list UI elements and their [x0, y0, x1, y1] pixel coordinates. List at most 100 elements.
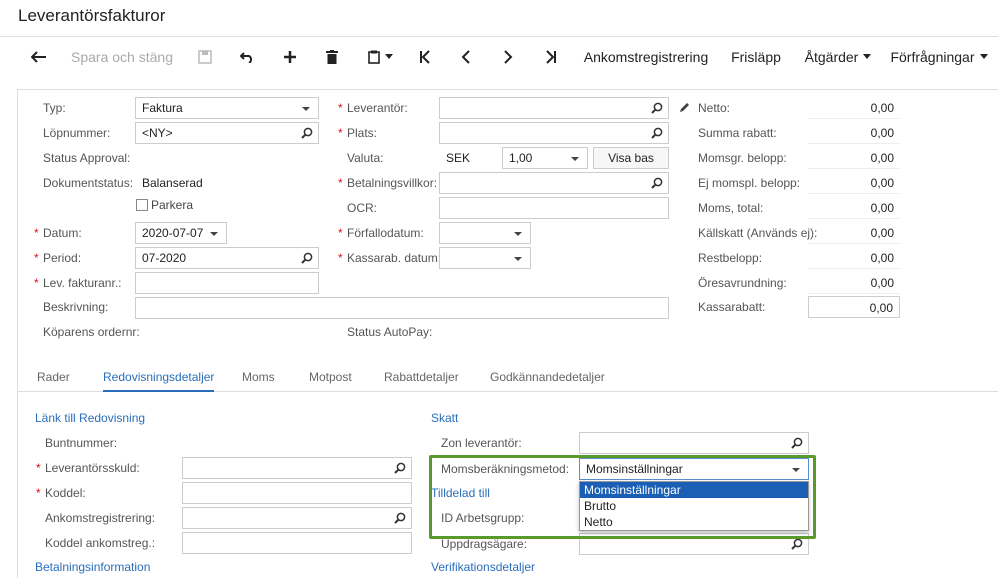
page-title: Leverantörsfakturor	[18, 6, 166, 25]
total-value: 0,00	[808, 197, 900, 219]
ankomst-label: Ankomstregistrering:	[45, 511, 156, 525]
tab-rader[interactable]: Rader	[37, 370, 70, 384]
levfakt-field[interactable]	[135, 272, 319, 294]
first-record-button[interactable]	[412, 37, 438, 77]
search-icon[interactable]	[301, 252, 313, 264]
docstatus-value: Balanserad	[142, 176, 203, 190]
search-icon[interactable]	[791, 538, 803, 550]
forfallo-label: Förfallodatum:	[338, 226, 424, 240]
previous-record-button[interactable]	[453, 37, 479, 77]
undo-button[interactable]	[234, 37, 260, 77]
datum-label: Datum:	[34, 226, 82, 240]
last-icon	[546, 50, 556, 64]
tab-rabattdetaljer[interactable]: Rabattdetaljer	[384, 370, 459, 384]
tab-bar: Rader Redovisningsdetaljer Moms Motpost …	[18, 362, 998, 392]
tab-moms[interactable]: Moms	[242, 370, 275, 384]
undo-icon	[240, 52, 253, 63]
total-value: 0,00	[808, 247, 900, 269]
lopnr-field[interactable]: <NY>	[135, 122, 319, 144]
toolbar: Spara och stäng Ankomstregistrering Fris…	[0, 36, 998, 76]
parkera-label: Parkera	[151, 198, 194, 212]
leverantor-label: Leverantör:	[338, 101, 408, 115]
total-value: 0,00	[808, 172, 900, 194]
requests-menu-button[interactable]: Förfrågningar	[889, 37, 989, 77]
plats-field[interactable]	[439, 122, 669, 144]
ocr-field[interactable]	[439, 197, 669, 219]
buntnummer-label: Buntnummer:	[45, 436, 118, 450]
parkera-checkbox[interactable]	[136, 199, 148, 211]
uppdrag-label: Uppdragsägare:	[441, 537, 528, 551]
save-close-button[interactable]: Spara och stäng	[70, 37, 174, 77]
total-label: Öresavrundning:	[698, 276, 787, 290]
delete-button[interactable]	[319, 37, 345, 77]
arrow-left-icon	[31, 51, 46, 63]
caret-down-icon	[979, 54, 988, 59]
search-icon[interactable]	[394, 512, 406, 524]
search-icon[interactable]	[651, 177, 663, 189]
plus-icon	[284, 51, 296, 63]
koddel-label: Koddel:	[36, 486, 86, 500]
copy-paste-button[interactable]	[362, 37, 398, 77]
search-icon[interactable]	[651, 127, 663, 139]
total-label: Kassarabatt:	[698, 300, 766, 314]
typ-select[interactable]: Faktura	[135, 97, 319, 119]
period-field[interactable]: 07-2020	[135, 247, 319, 269]
betvillkor-field[interactable]	[439, 172, 669, 194]
lopnr-label: Löpnummer:	[43, 126, 111, 140]
pencil-icon[interactable]	[679, 101, 691, 113]
beskrivning-field[interactable]	[135, 297, 669, 319]
lopnr-value: <NY>	[142, 126, 173, 140]
last-record-button[interactable]	[538, 37, 564, 77]
total-label: Momsgr. belopp:	[698, 151, 787, 165]
search-icon[interactable]	[394, 462, 406, 474]
tab-motpost[interactable]: Motpost	[309, 370, 352, 384]
tab-godkannandedetaljer[interactable]: Godkännandedetaljer	[490, 370, 605, 384]
zon-field[interactable]	[579, 432, 809, 454]
kassarabatt-field[interactable]: 0,00	[808, 296, 900, 318]
caret-down-icon	[863, 54, 872, 59]
total-value: 0,00	[808, 122, 900, 144]
clipboard-icon	[368, 50, 380, 64]
search-icon[interactable]	[651, 102, 663, 114]
actions-menu-button[interactable]: Åtgärder	[803, 37, 873, 77]
levskuld-label: Leverantörsskuld:	[36, 461, 140, 475]
receipt-button[interactable]: Ankomstregistrering	[583, 37, 709, 77]
total-label: Ej momspl. belopp:	[698, 176, 801, 190]
actions-label: Åtgärder	[804, 49, 859, 65]
total-value: 0,00	[808, 97, 900, 119]
kassarab-label: Kassarab. datum:	[338, 251, 441, 265]
koddel-ankomst-field[interactable]	[182, 532, 412, 554]
valuta-label: Valuta:	[347, 151, 384, 165]
search-icon[interactable]	[301, 127, 313, 139]
typ-label: Typ:	[43, 101, 66, 115]
total-value: 0,00	[808, 272, 900, 294]
visa-bas-button[interactable]: Visa bas	[593, 147, 669, 169]
skatt-section-title: Skatt	[431, 411, 459, 425]
add-button[interactable]	[277, 37, 303, 77]
docstatus-label: Dokumentstatus:	[43, 176, 134, 190]
chevron-right-icon	[504, 50, 513, 64]
datum-field[interactable]: 2020-07-07	[135, 222, 227, 244]
koddel-field[interactable]	[182, 482, 412, 504]
release-button[interactable]: Frisläpp	[728, 37, 784, 77]
ankomst-field[interactable]	[182, 507, 412, 529]
requests-label: Förfrågningar	[890, 49, 975, 65]
koparens-label: Köparens ordernr:	[43, 325, 140, 339]
next-record-button[interactable]	[495, 37, 521, 77]
total-label: Källskatt (Används ej):	[698, 226, 818, 240]
save-button[interactable]	[192, 37, 218, 77]
trash-icon	[326, 50, 338, 64]
total-label: Summa rabatt:	[698, 126, 777, 140]
levskuld-field[interactable]	[182, 457, 412, 479]
back-button[interactable]	[24, 37, 54, 77]
forfallo-field[interactable]	[439, 222, 531, 244]
search-icon[interactable]	[791, 437, 803, 449]
verif-section-title: Verifikationsdetaljer	[431, 560, 536, 574]
leverantor-field[interactable]	[439, 97, 669, 119]
caret-down-icon	[385, 54, 393, 59]
tab-redovisningsdetaljer[interactable]: Redovisningsdetaljer	[103, 370, 215, 392]
betvillkor-label: Betalningsvillkor:	[338, 176, 437, 190]
kurs-select[interactable]: 1,00	[502, 147, 588, 169]
period-value: 07-2020	[142, 251, 187, 265]
kassarab-field[interactable]	[439, 247, 531, 269]
